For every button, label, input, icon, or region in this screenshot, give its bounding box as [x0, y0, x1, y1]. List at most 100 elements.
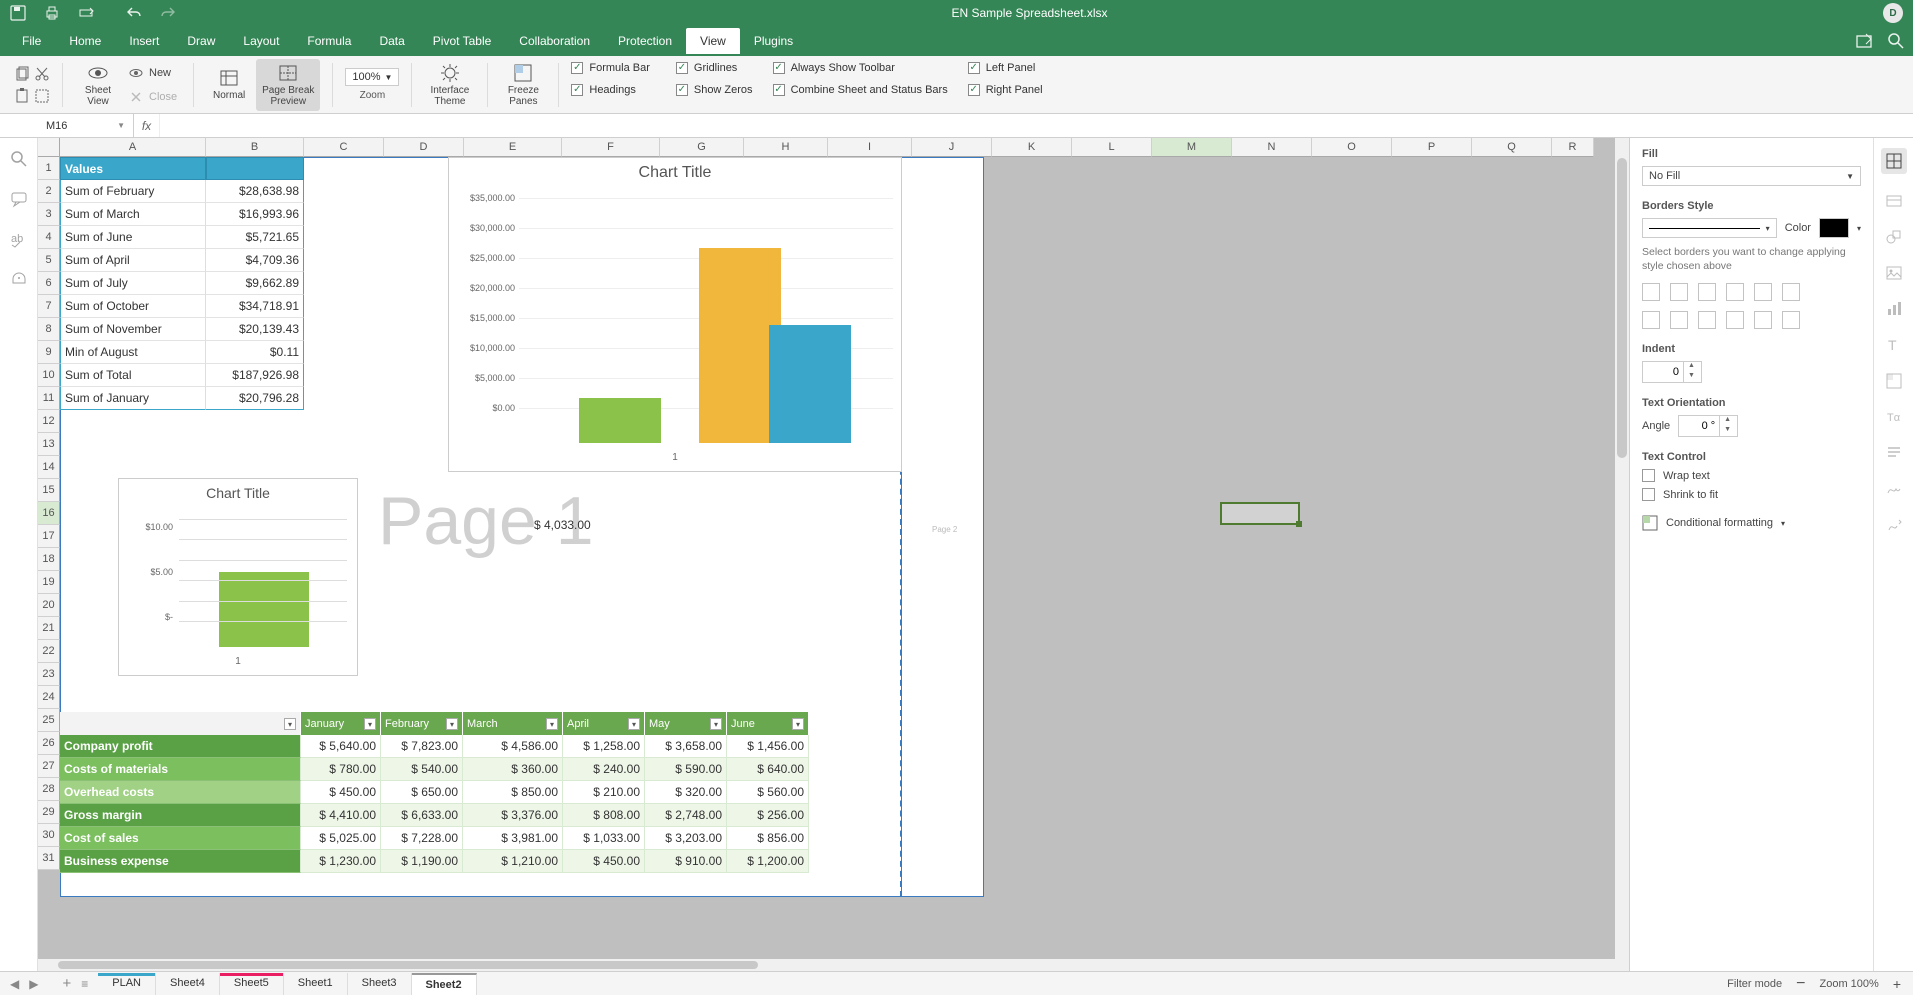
cell-settings-icon[interactable]	[1881, 148, 1907, 174]
col-header-J[interactable]: J	[912, 138, 992, 157]
select-all-icon[interactable]	[34, 88, 50, 104]
table-corner[interactable]: ▾	[60, 712, 301, 735]
always-show-toolbar-checkbox[interactable]: Always Show Toolbar	[773, 62, 895, 74]
row-header-23[interactable]: 23	[38, 663, 60, 686]
select-all-corner[interactable]	[38, 138, 60, 157]
row-header-29[interactable]: 29	[38, 801, 60, 824]
spellcheck-icon[interactable]: ab	[10, 230, 28, 248]
vertical-scrollbar[interactable]	[1615, 138, 1629, 971]
row-header-13[interactable]: 13	[38, 433, 60, 456]
fx-icon[interactable]: fx	[134, 114, 160, 137]
row-header-27[interactable]: 27	[38, 755, 60, 778]
shrink-to-fit-checkbox[interactable]: Shrink to fit	[1642, 488, 1861, 501]
row-header-12[interactable]: 12	[38, 410, 60, 433]
headings-checkbox[interactable]: Headings	[571, 84, 635, 96]
menu-data[interactable]: Data	[365, 28, 418, 54]
tab-prev-icon[interactable]: ◀	[10, 977, 19, 991]
search-icon[interactable]	[1887, 32, 1905, 50]
row-header-10[interactable]: 10	[38, 364, 60, 387]
right-panel-checkbox[interactable]: Right Panel	[968, 84, 1043, 96]
row-header-19[interactable]: 19	[38, 571, 60, 594]
row-header-30[interactable]: 30	[38, 824, 60, 847]
open-location-icon[interactable]	[1855, 32, 1873, 50]
col-header-H[interactable]: H	[744, 138, 828, 157]
left-panel-checkbox[interactable]: Left Panel	[968, 62, 1036, 74]
border-all-icon[interactable]	[1698, 283, 1716, 301]
chart-settings-icon[interactable]	[1885, 300, 1903, 318]
pivot-settings-icon[interactable]	[1885, 372, 1903, 390]
border-none-icon[interactable]	[1726, 283, 1744, 301]
row-header-31[interactable]: 31	[38, 847, 60, 870]
row-header-1[interactable]: 1	[38, 157, 60, 180]
col-header-O[interactable]: O	[1312, 138, 1392, 157]
row-header-28[interactable]: 28	[38, 778, 60, 801]
indent-spinner[interactable]: ▲▼	[1642, 361, 1702, 383]
row-header-14[interactable]: 14	[38, 456, 60, 479]
zoom-dropdown[interactable]: 100%▼	[345, 68, 399, 86]
border-left-icon[interactable]	[1642, 311, 1660, 329]
row-header-7[interactable]: 7	[38, 295, 60, 318]
formula-input[interactable]	[160, 114, 1913, 137]
menu-formula[interactable]: Formula	[293, 28, 365, 54]
name-box[interactable]: M16▼	[38, 114, 134, 137]
row-header-11[interactable]: 11	[38, 387, 60, 410]
col-header-N[interactable]: N	[1232, 138, 1312, 157]
col-header-K[interactable]: K	[992, 138, 1072, 157]
sheet-view-button[interactable]: Sheet View	[75, 59, 121, 111]
col-header-D[interactable]: D	[384, 138, 464, 157]
freeze-panes-button[interactable]: Freeze Panes	[500, 59, 546, 111]
border-right-icon[interactable]	[1698, 311, 1716, 329]
new-button[interactable]: New	[125, 64, 181, 82]
col-header-G[interactable]: G	[660, 138, 744, 157]
menu-file[interactable]: File	[8, 28, 55, 54]
user-avatar[interactable]: D	[1883, 3, 1903, 23]
border-bottom-icon[interactable]	[1782, 311, 1800, 329]
table-header-february[interactable]: February▾	[381, 712, 463, 735]
col-header-L[interactable]: L	[1072, 138, 1152, 157]
row-header-5[interactable]: 5	[38, 249, 60, 272]
row-header-20[interactable]: 20	[38, 594, 60, 617]
sheet-tab-sheet4[interactable]: Sheet4	[156, 973, 220, 995]
menu-home[interactable]: Home	[55, 28, 115, 54]
border-vert-icon[interactable]	[1670, 311, 1688, 329]
border-horiz-icon[interactable]	[1754, 311, 1772, 329]
angle-spinner[interactable]: ▲▼	[1678, 415, 1738, 437]
col-header-C[interactable]: C	[304, 138, 384, 157]
row-header-26[interactable]: 26	[38, 732, 60, 755]
quick-print-icon[interactable]	[78, 5, 94, 21]
col-header-A[interactable]: A	[60, 138, 206, 157]
formula-bar-checkbox[interactable]: Formula Bar	[571, 62, 650, 74]
paragraph-settings-icon[interactable]	[1885, 444, 1903, 462]
horizontal-scrollbar[interactable]	[38, 959, 1615, 971]
sheet-tab-sheet5[interactable]: Sheet5	[220, 973, 284, 995]
col-header-B[interactable]: B	[206, 138, 304, 157]
col-header-Q[interactable]: Q	[1472, 138, 1552, 157]
row-header-25[interactable]: 25	[38, 709, 60, 732]
add-sheet-icon[interactable]: +	[62, 975, 71, 992]
row-header-21[interactable]: 21	[38, 617, 60, 640]
shape-settings-icon[interactable]	[1885, 228, 1903, 246]
copy-icon[interactable]	[14, 66, 30, 82]
col-header-M[interactable]: M	[1152, 138, 1232, 157]
row-header-18[interactable]: 18	[38, 548, 60, 571]
sheet-tab-plan[interactable]: PLAN	[98, 973, 156, 995]
page-break-preview-button[interactable]: Page Break Preview	[256, 59, 320, 111]
menu-pivot-table[interactable]: Pivot Table	[419, 28, 505, 54]
image-settings-icon[interactable]	[1885, 264, 1903, 282]
col-header-R[interactable]: R	[1552, 138, 1594, 157]
menu-layout[interactable]: Layout	[229, 28, 293, 54]
paste-icon[interactable]	[14, 88, 30, 104]
row-header-15[interactable]: 15	[38, 479, 60, 502]
menu-view[interactable]: View	[686, 28, 740, 54]
protect-icon[interactable]	[1885, 516, 1903, 534]
row-header-9[interactable]: 9	[38, 341, 60, 364]
table-header-march[interactable]: March▾	[463, 712, 563, 735]
border-diag-up-icon[interactable]	[1754, 283, 1772, 301]
border-outer-icon[interactable]	[1642, 283, 1660, 301]
table-header-january[interactable]: January▾	[301, 712, 381, 735]
row-header-4[interactable]: 4	[38, 226, 60, 249]
signature-icon[interactable]	[1885, 480, 1903, 498]
fill-select[interactable]: No Fill▼	[1642, 166, 1861, 186]
row-header-2[interactable]: 2	[38, 180, 60, 203]
print-icon[interactable]	[44, 5, 60, 21]
